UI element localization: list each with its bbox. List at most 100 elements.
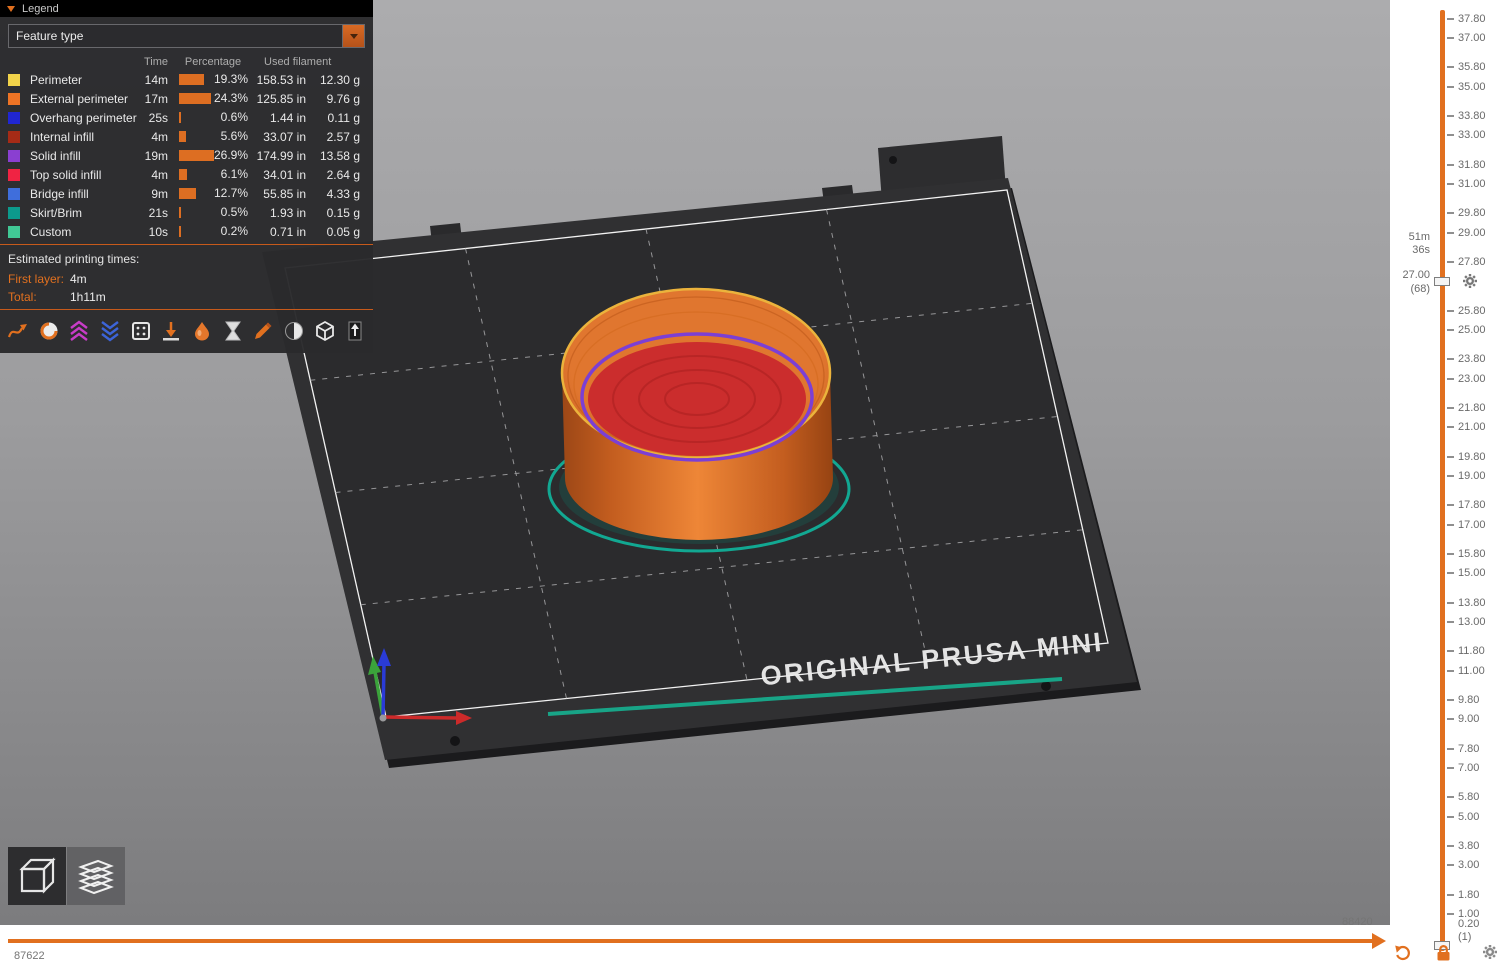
feature-percent-cell: 24.3% — [178, 89, 248, 108]
layer-tick-label: 33.80 — [1458, 110, 1486, 122]
layer-tick — [1447, 66, 1454, 68]
feature-weight: 0.11 g — [314, 111, 360, 125]
feature-color-swatch — [8, 93, 20, 105]
feature-percent: 6.1% — [221, 167, 248, 181]
column-percentage: Percentage — [178, 56, 248, 68]
layer-tick — [1447, 718, 1454, 720]
feature-length: 1.44 in — [256, 111, 306, 125]
layer-time-label: 51m — [1390, 231, 1430, 243]
feature-name: Internal infill — [30, 130, 138, 144]
layer-tick-label: 7.00 — [1458, 762, 1479, 774]
first-layer-value: 4m — [70, 272, 87, 286]
feature-percent-cell: 12.7% — [178, 184, 248, 203]
percent-bar — [179, 226, 181, 237]
column-used-filament: Used filament — [264, 56, 368, 68]
feature-percent: 24.3% — [214, 91, 248, 105]
legend-column-headers: Time Percentage Used filament — [0, 53, 373, 70]
percent-bar — [179, 131, 186, 142]
3d-view-button[interactable] — [8, 847, 66, 905]
layer-tick — [1447, 553, 1454, 555]
legend-row[interactable]: Custom10s0.2%0.71 in0.05 g — [0, 222, 373, 241]
percent-bar — [179, 150, 214, 161]
legend-row[interactable]: External perimeter17m24.3%125.85 in9.76 … — [0, 89, 373, 108]
feature-time: 19m — [138, 149, 168, 163]
layer-tick-label: 1.80 — [1458, 889, 1479, 901]
feature-color-swatch — [8, 74, 20, 86]
layer-tick-label: 5.00 — [1458, 811, 1479, 823]
legend-header[interactable]: Legend — [0, 0, 373, 17]
legend-feature-table: Perimeter14m19.3%158.53 in12.30 gExterna… — [0, 70, 373, 241]
feature-time: 25s — [138, 111, 168, 125]
lock-icon[interactable] — [1436, 944, 1451, 966]
percent-bar — [179, 169, 187, 180]
layer-height-label: 27.00 — [1390, 269, 1430, 281]
layer-tick — [1447, 796, 1454, 798]
layer-tick-label: 3.80 — [1458, 840, 1479, 852]
retractions-icon[interactable] — [67, 319, 91, 343]
layer-tick-label: 31.00 — [1458, 178, 1486, 190]
tool-marker-icon[interactable] — [313, 319, 337, 343]
legend-row[interactable]: Skirt/Brim21s0.5%1.93 in0.15 g — [0, 203, 373, 222]
feature-weight: 12.30 g — [314, 73, 360, 87]
legend-row[interactable]: Top solid infill4m6.1%34.01 in2.64 g — [0, 165, 373, 184]
legend-row[interactable]: Internal infill4m5.6%33.07 in2.57 g — [0, 127, 373, 146]
travel-icon[interactable] — [6, 319, 30, 343]
layer-slider-panel: 37.8037.0035.8035.0033.8033.0031.8031.00… — [1390, 0, 1500, 965]
total-time-row: Total: 1h11m — [0, 288, 373, 306]
layers-preview-button[interactable] — [67, 847, 125, 905]
legend-row[interactable]: Solid infill19m26.9%174.99 in13.58 g — [0, 146, 373, 165]
view-type-value: Feature type — [9, 25, 342, 47]
layer-tick — [1447, 115, 1454, 117]
layer-tick — [1447, 212, 1454, 214]
move-slider-handle[interactable] — [1372, 933, 1386, 949]
seams-icon[interactable] — [129, 319, 153, 343]
feature-color-swatch — [8, 112, 20, 124]
layer-tick-label: 15.80 — [1458, 548, 1486, 560]
estimated-times-title: Estimated printing times: — [0, 245, 373, 270]
deretractions-icon[interactable] — [98, 319, 122, 343]
feature-percent-cell: 0.6% — [178, 108, 248, 127]
layer-slider-upper-handle[interactable] — [1434, 277, 1450, 286]
pause-prints-icon[interactable] — [221, 319, 245, 343]
legend-row[interactable]: Bridge infill9m12.7%55.85 in4.33 g — [0, 184, 373, 203]
layer-tick-label: 11.80 — [1458, 645, 1485, 657]
legend-title: Legend — [22, 3, 59, 15]
layer-tick-label: 9.80 — [1458, 694, 1479, 706]
legend-panel: Legend Feature type Time Percentage Used… — [0, 0, 373, 353]
legend-row[interactable]: Overhang perimeter25s0.6%1.44 in0.11 g — [0, 108, 373, 127]
layer-edit-gear-icon[interactable] — [1462, 273, 1478, 294]
view-type-select[interactable]: Feature type — [8, 24, 365, 48]
bed-screw-hole — [450, 736, 460, 746]
layer-tick-label: 31.80 — [1458, 159, 1486, 171]
layer-tick-label: 27.80 — [1458, 256, 1486, 268]
layer-tick — [1447, 329, 1454, 331]
undo-icon[interactable] — [1394, 944, 1411, 966]
feature-percent-cell: 19.3% — [178, 70, 248, 89]
shells-icon[interactable] — [282, 319, 306, 343]
gear-icon[interactable] — [1482, 944, 1498, 965]
layer-tick-label: 17.00 — [1458, 519, 1486, 531]
layer-tick-label: 35.80 — [1458, 61, 1486, 73]
layer-tick-label: 23.00 — [1458, 373, 1486, 385]
wipe-icon[interactable] — [37, 319, 61, 343]
layer-tick-label: 21.00 — [1458, 421, 1486, 433]
bed-screw-hole — [1041, 681, 1051, 691]
color-changes-icon[interactable] — [190, 319, 214, 343]
tool-changes-icon[interactable] — [159, 319, 183, 343]
layer-tick — [1447, 504, 1454, 506]
feature-color-swatch — [8, 207, 20, 219]
dropdown-button[interactable] — [342, 25, 364, 47]
layer-tick — [1447, 621, 1454, 623]
custom-gcodes-icon[interactable] — [251, 319, 275, 343]
layer-tick-label: 25.00 — [1458, 324, 1486, 336]
layer-tick — [1447, 456, 1454, 458]
chevron-down-icon — [350, 34, 358, 39]
move-slider-track[interactable] — [8, 939, 1372, 943]
bed-screw-hole — [889, 156, 897, 164]
legend-row[interactable]: Perimeter14m19.3%158.53 in12.30 g — [0, 70, 373, 89]
layer-slider-track[interactable] — [1440, 10, 1445, 951]
feature-percent-cell: 0.2% — [178, 222, 248, 241]
feature-percent: 0.5% — [221, 205, 248, 219]
layer-tick — [1447, 913, 1454, 915]
legend-toggle-icon[interactable] — [343, 319, 367, 343]
